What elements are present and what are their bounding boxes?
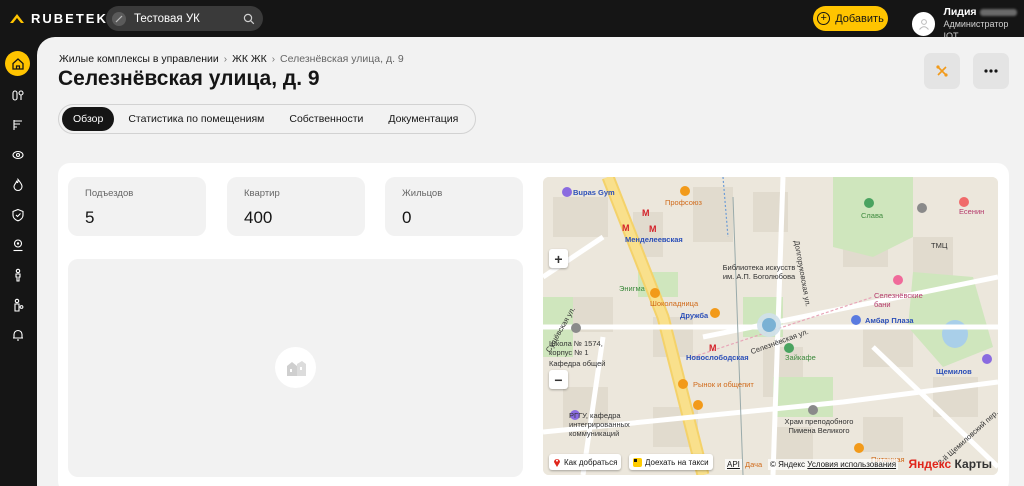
- building-photo-placeholder[interactable]: [68, 259, 523, 477]
- map-label: Bupas Gym: [573, 188, 615, 197]
- chevron-right-icon: ›: [223, 53, 228, 65]
- terms-link[interactable]: Условия использования: [807, 460, 896, 469]
- yandex-maps-logo: Яндекс Карты: [908, 457, 992, 471]
- person-key-icon: [13, 298, 23, 312]
- map-label: Энигма: [619, 284, 645, 293]
- stat-apartments: Квартир 400: [227, 177, 365, 236]
- search-icon[interactable]: [243, 13, 255, 25]
- plus-icon: +: [817, 12, 831, 25]
- map-label: Профсоюз: [665, 198, 702, 207]
- logo-text: RUBETEK: [31, 10, 108, 26]
- organization-name: Тестовая УК: [134, 12, 200, 25]
- map-label: Храм преподобного Пимена Великого: [784, 417, 854, 435]
- avatar: [912, 12, 936, 36]
- stat-value: 0: [402, 208, 412, 227]
- chevron-right-icon: ›: [271, 53, 276, 65]
- map-label: Слава: [861, 211, 884, 220]
- sidebar-item-home[interactable]: [5, 51, 30, 76]
- map-label: Есенин: [959, 207, 985, 216]
- sidebar-item-camera[interactable]: [5, 142, 30, 167]
- add-button-label: Добавить: [835, 12, 884, 25]
- map-label: Библиотека искусств им. А.П. Боголюбова: [722, 263, 796, 281]
- map[interactable]: MMM M Bupas Gym Профсоюз Менделеевская С…: [543, 177, 998, 475]
- tab-documentation[interactable]: Документация: [377, 107, 469, 131]
- page-title: Селезнёвская улица, д. 9: [58, 67, 320, 90]
- map-label: Менделеевская: [625, 235, 683, 244]
- stat-label: Жильцов: [402, 188, 443, 199]
- location-pin-icon: [554, 459, 560, 467]
- person-icon: [14, 268, 21, 282]
- sidebar-item-intercom[interactable]: [5, 112, 30, 137]
- zoom-in-button[interactable]: +: [549, 249, 568, 268]
- camera-icon: [11, 150, 24, 159]
- more-icon: [984, 69, 998, 73]
- sidebar-item-access[interactable]: [5, 292, 30, 317]
- breadcrumb-item[interactable]: ЖК ЖК: [232, 53, 267, 65]
- user-icon: [918, 19, 929, 30]
- map-label: Селезнёвские бани: [874, 291, 923, 309]
- shield-icon: [11, 208, 24, 221]
- logo[interactable]: RUBETEK: [9, 10, 108, 26]
- stat-label: Подъездов: [85, 188, 134, 199]
- taxi-button[interactable]: Доехать на такси: [629, 454, 713, 470]
- breadcrumb-current: Селезнёвская улица, д. 9: [280, 53, 404, 65]
- map-label: Рынок и общепит: [693, 380, 754, 389]
- bell-icon: [12, 329, 23, 341]
- rubetek-logo-icon: [10, 14, 24, 23]
- svg-text:M: M: [622, 223, 630, 233]
- user-name: Лидия: [943, 6, 1024, 18]
- stat-residents: Жильцов 0: [385, 177, 523, 236]
- person-badge-icon: [13, 238, 22, 251]
- tab-properties[interactable]: Собственности: [278, 107, 374, 131]
- sidebar-item-people[interactable]: [5, 262, 30, 287]
- sidebar: [0, 37, 36, 486]
- map-label: ТМЦ: [931, 241, 948, 250]
- sidebar-item-devices[interactable]: [5, 82, 30, 107]
- intercom-icon: [12, 119, 22, 130]
- stat-value: 5: [85, 208, 95, 227]
- tools-icon: [936, 65, 948, 77]
- api-link[interactable]: API: [725, 459, 742, 470]
- tab-overview[interactable]: Обзор: [62, 107, 115, 131]
- map-label: Зайкафе: [785, 353, 816, 362]
- map-label: Шоколадница: [650, 299, 699, 308]
- map-copyright: © Яндекс Условия использования: [768, 459, 899, 470]
- sidebar-item-notifications[interactable]: [5, 322, 30, 347]
- organization-selector[interactable]: Тестовая УК: [106, 6, 263, 31]
- svg-text:M: M: [642, 208, 650, 218]
- map-label: Амбар Плаза: [865, 316, 914, 325]
- stat-value: 400: [244, 208, 273, 227]
- organization-avatar: [112, 11, 126, 26]
- map-label: Дружба: [680, 311, 709, 320]
- building-icon: [275, 347, 316, 388]
- add-button[interactable]: + Добавить: [813, 6, 888, 31]
- zoom-out-button[interactable]: −: [549, 370, 568, 389]
- tab-bar: Обзор Статистика по помещениям Собственн…: [58, 104, 477, 134]
- fire-icon: [12, 177, 23, 191]
- breadcrumb: Жилые комплексы в управлении › ЖК ЖК › С…: [59, 53, 404, 65]
- sidebar-item-residents[interactable]: [5, 232, 30, 257]
- sidebar-item-fire[interactable]: [5, 172, 30, 197]
- map-label: Новослободская: [686, 353, 749, 362]
- home-icon: [11, 57, 24, 70]
- map-label: Щемилов: [936, 367, 972, 376]
- devices-icon: [11, 89, 24, 101]
- map-label: РГГУ, кафедра интегрированных коммуникац…: [569, 411, 630, 438]
- taxi-icon: [633, 457, 642, 467]
- stat-label: Квартир: [244, 188, 280, 199]
- route-button[interactable]: Как добраться: [549, 454, 622, 470]
- tab-statistics[interactable]: Статистика по помещениям: [117, 107, 275, 131]
- map-label: Кафедра общей: [549, 359, 606, 368]
- svg-text:M: M: [649, 224, 657, 234]
- top-bar: RUBETEK Тестовая УК + Добавить Лидия Адм…: [0, 0, 1024, 41]
- map-label: Дача: [745, 460, 763, 469]
- breadcrumb-item[interactable]: Жилые комплексы в управлении: [59, 53, 219, 65]
- tools-button[interactable]: [924, 53, 960, 89]
- overview-card: Подъездов 5 Квартир 400 Жильцов 0 M M M …: [58, 163, 1009, 486]
- stat-entrances: Подъездов 5: [68, 177, 206, 236]
- main-content: Жилые комплексы в управлении › ЖК ЖК › С…: [37, 37, 1024, 486]
- more-menu-button[interactable]: [973, 53, 1009, 89]
- svg-text:M: M: [709, 343, 717, 353]
- sidebar-item-security[interactable]: [5, 202, 30, 227]
